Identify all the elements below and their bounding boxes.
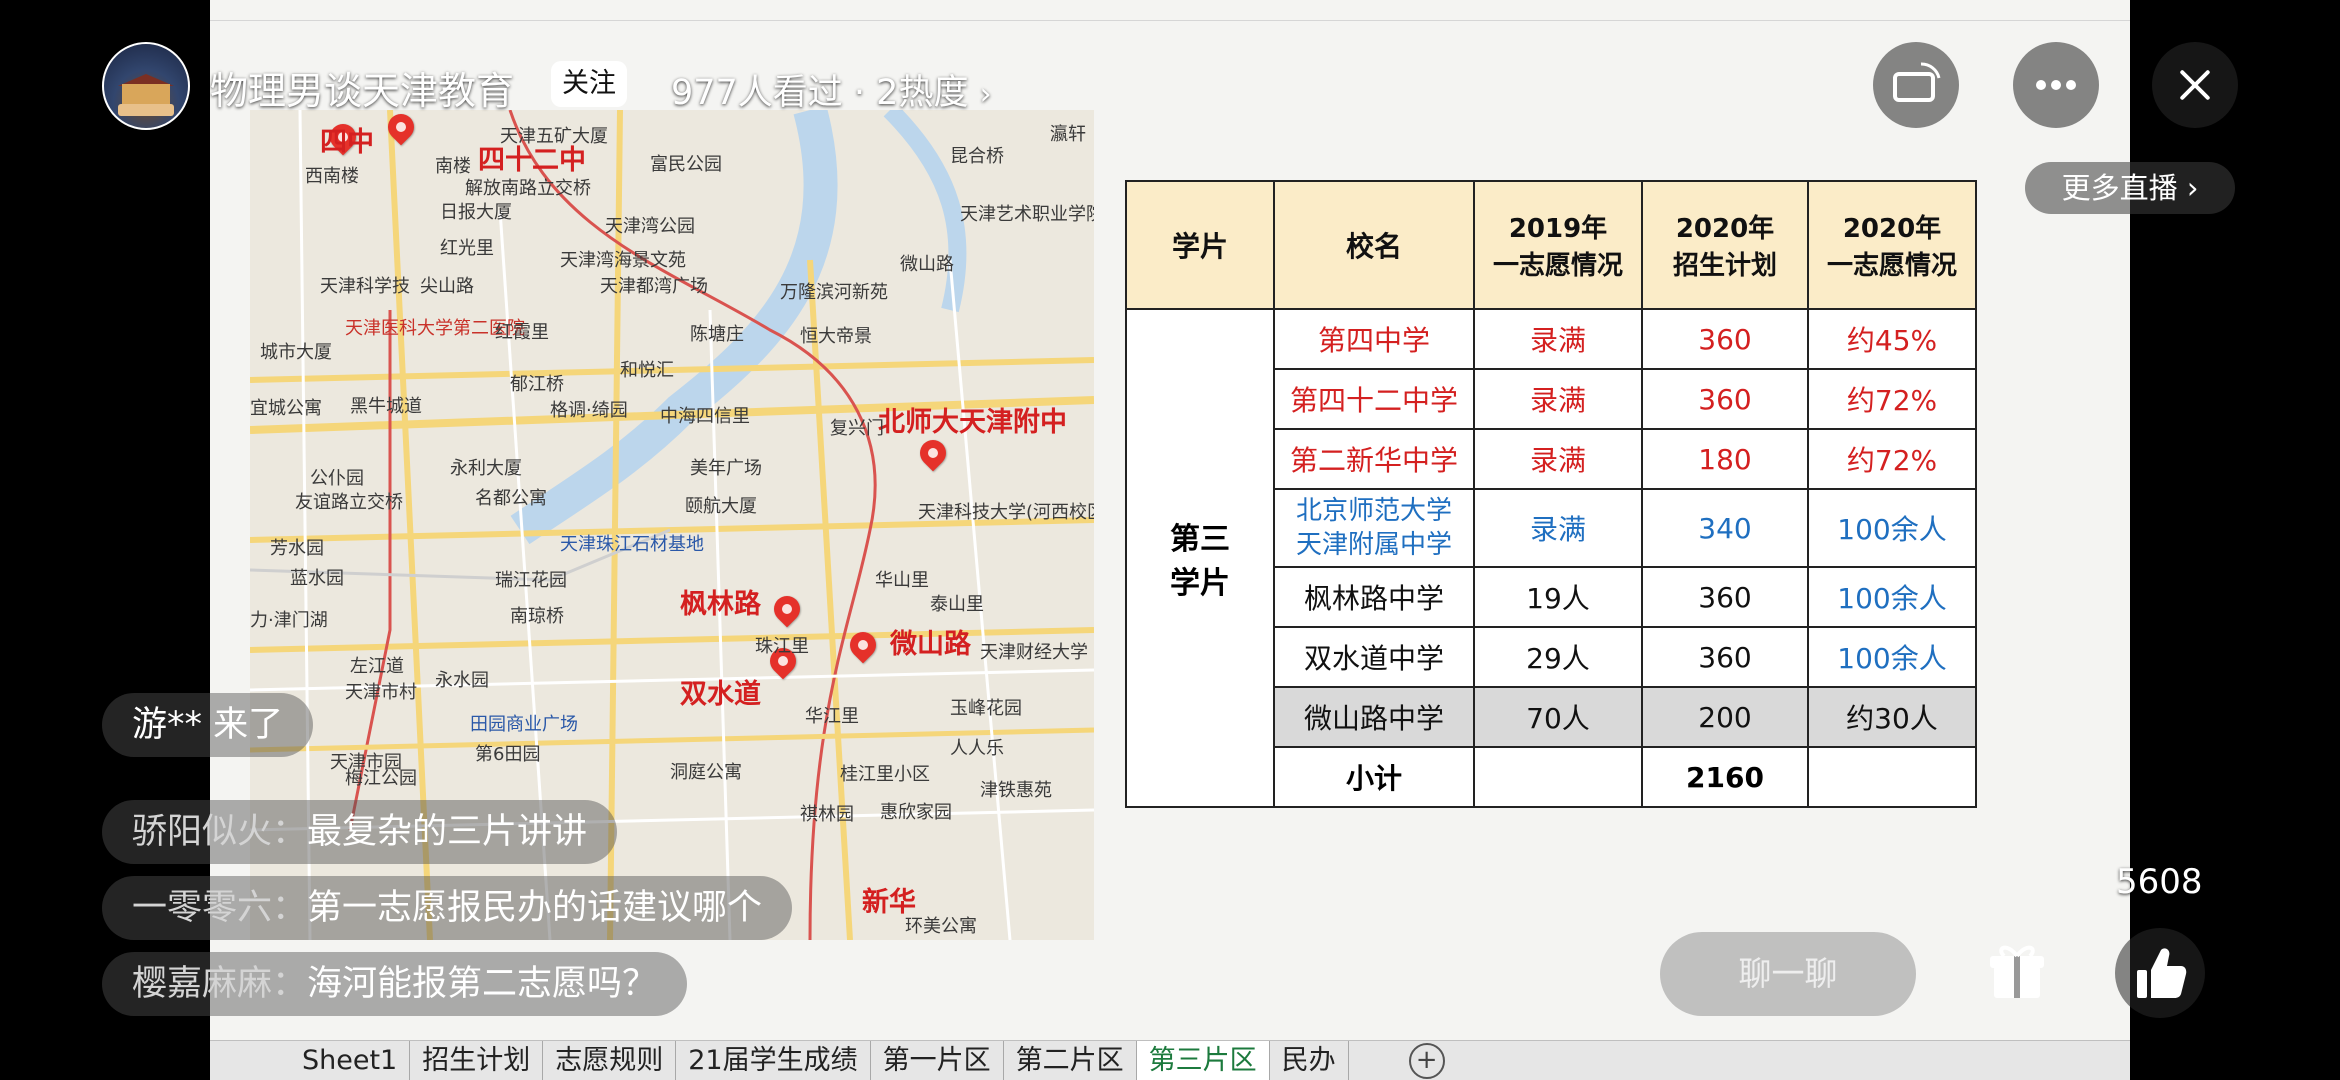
avatar-building: [122, 84, 170, 106]
chat-username: 樱嘉麻麻：: [132, 964, 308, 1004]
chat-input[interactable]: 聊一聊: [1660, 932, 1916, 1016]
avatar[interactable]: [102, 42, 190, 130]
join-notice: 游** 来了: [102, 693, 314, 757]
live-overlay: 物理男谈天津教育 关注 977人看过 · 2热度 › 更多直播 › 游** 来了…: [0, 0, 2340, 1080]
views-text: 977人看过 · 2热度: [671, 73, 969, 113]
like-count: 5608: [2116, 862, 2203, 902]
chevron-right-icon: ›: [979, 77, 992, 112]
rotate-screen-icon: [1893, 62, 1941, 102]
host-name[interactable]: 物理男谈天津教育: [210, 60, 514, 115]
close-icon[interactable]: [2152, 42, 2238, 128]
chat-username: 一零零六：: [132, 888, 308, 928]
views-counter[interactable]: 977人看过 · 2热度 ›: [671, 64, 992, 115]
chevron-right-icon: ›: [2186, 171, 2199, 205]
rotate-screen-button[interactable]: [1873, 42, 1959, 128]
more-live-button[interactable]: 更多直播 ›: [2025, 162, 2235, 214]
gift-icon: [1990, 945, 2044, 998]
chat-text: 海河能报第二志愿吗？: [307, 964, 658, 1004]
like-button[interactable]: [2115, 928, 2205, 1018]
chat-username: 骄阳似火：: [132, 812, 308, 852]
chat-message[interactable]: 骄阳似火：最复杂的三片讲讲: [102, 800, 618, 864]
chat-text: 第一志愿报民办的话建议哪个: [307, 888, 763, 928]
avatar-badge: [118, 104, 174, 116]
gift-button[interactable]: [1972, 928, 2062, 1018]
chat-message[interactable]: 樱嘉麻麻：海河能报第二志愿吗？: [102, 952, 688, 1016]
follow-button[interactable]: 关注: [551, 61, 627, 107]
thumbs-up-icon: [2137, 948, 2187, 998]
chat-message[interactable]: 一零零六：第一志愿报民办的话建议哪个: [102, 876, 793, 940]
more-live-label: 更多直播: [2061, 171, 2178, 205]
more-dots-icon: [2036, 80, 2076, 90]
chat-text: 最复杂的三片讲讲: [307, 812, 588, 852]
more-options-button[interactable]: [2013, 42, 2099, 128]
